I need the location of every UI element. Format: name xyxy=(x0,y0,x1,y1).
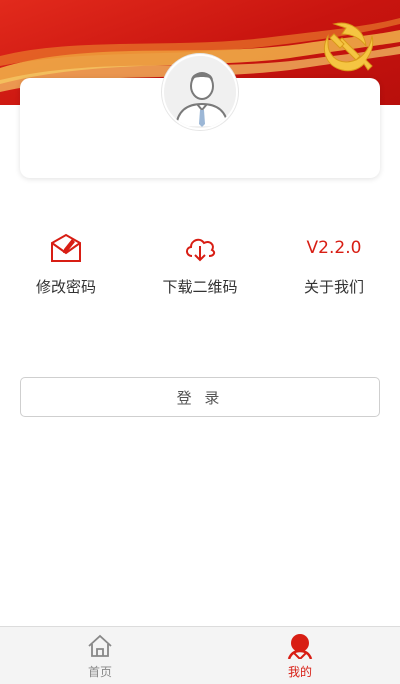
download-qrcode-label: 下载二维码 xyxy=(162,278,238,296)
tab-home-label: 首页 xyxy=(87,665,112,679)
party-emblem-icon xyxy=(324,22,374,72)
about-us-label: 关于我们 xyxy=(303,278,364,296)
envelope-edit-icon xyxy=(51,233,81,262)
user-icon xyxy=(287,634,313,659)
user-avatar-icon[interactable] xyxy=(162,54,238,130)
version-text: V2.2.0 xyxy=(306,238,362,258)
login-button[interactable]: 登 录 xyxy=(20,377,380,417)
change-password-label: 修改密码 xyxy=(35,278,96,296)
cloud-download-icon xyxy=(186,238,216,262)
about-us-item[interactable]: V2.2.0 关于我们 xyxy=(274,230,394,300)
tab-home[interactable]: 首页 xyxy=(40,633,160,680)
home-icon xyxy=(88,634,112,657)
menu-row: 修改密码 下载二维码 V2.2.0 关于我们 xyxy=(0,230,400,300)
bottom-tabbar: 首页 我的 xyxy=(0,626,400,684)
tab-mine-label: 我的 xyxy=(287,665,312,679)
change-password-item[interactable]: 修改密码 xyxy=(6,230,126,300)
tab-mine[interactable]: 我的 xyxy=(240,633,360,680)
download-qrcode-item[interactable]: 下载二维码 xyxy=(140,230,260,300)
